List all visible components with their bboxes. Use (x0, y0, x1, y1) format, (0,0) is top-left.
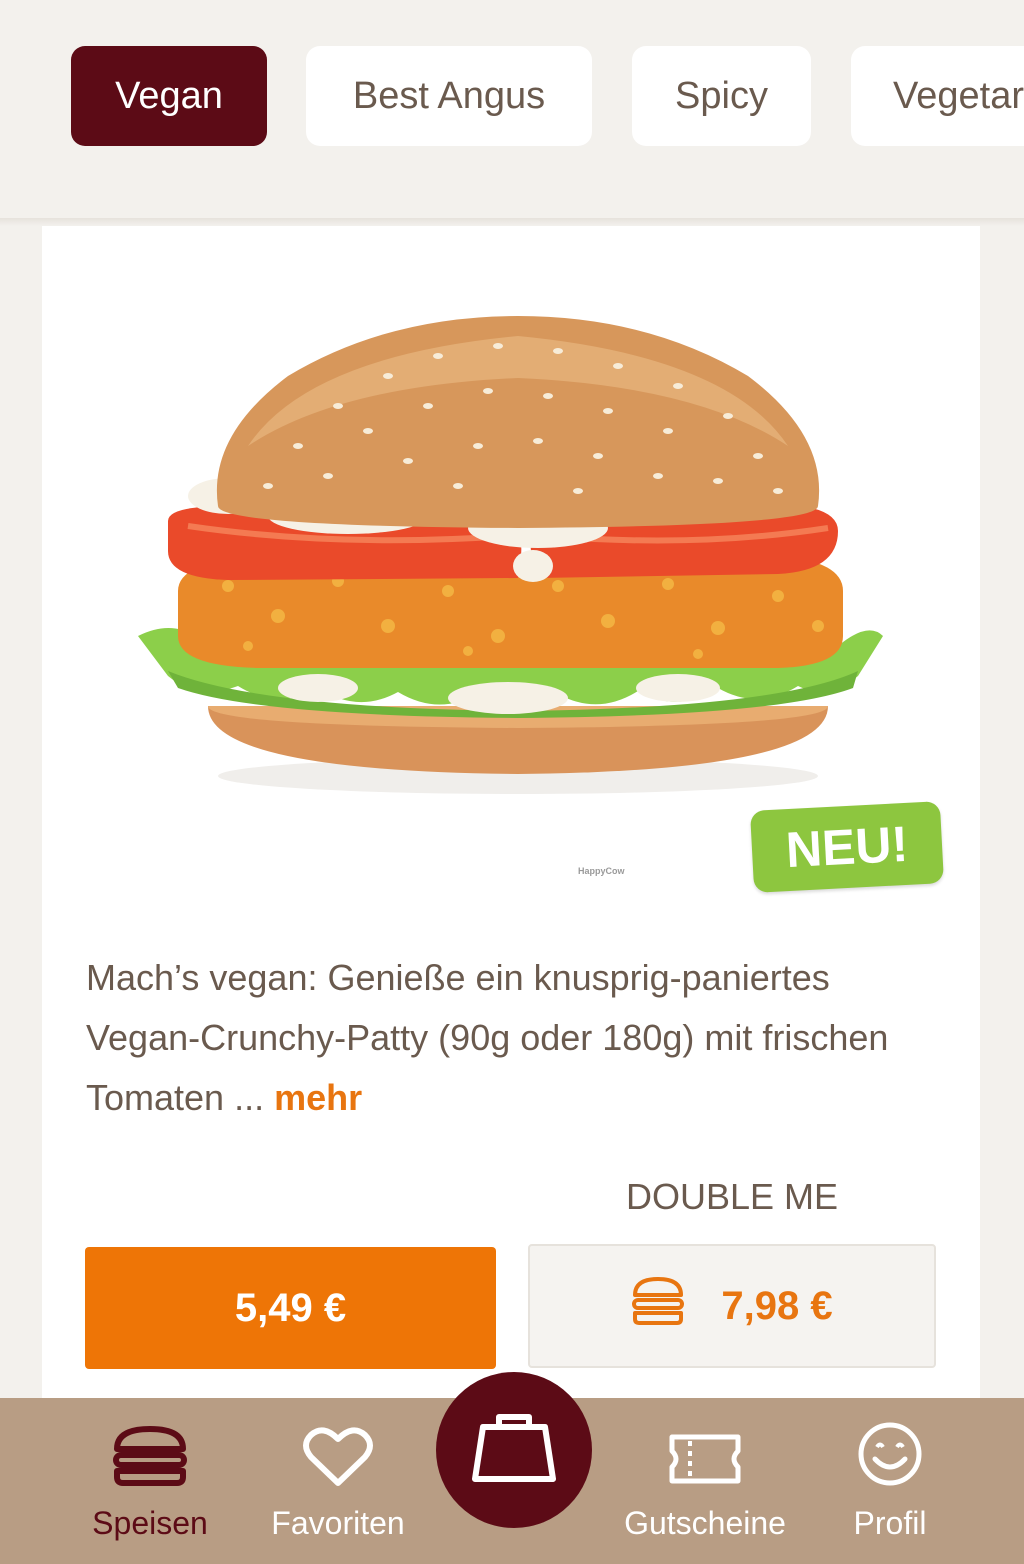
single-price: 5,49 € (234, 1285, 347, 1330)
nav-item-favoriten[interactable]: Favoriten (248, 1398, 428, 1564)
nav-item-speisen[interactable]: Speisen (60, 1398, 240, 1564)
category-bar: Vegan Best Angus Spicy Vegetar (0, 0, 1024, 218)
burger-illustration (138, 316, 883, 794)
nav-label-gutscheine: Gutscheine (624, 1505, 786, 1541)
cart-button[interactable] (436, 1372, 592, 1528)
nav-label-favoriten: Favoriten (271, 1505, 405, 1541)
new-badge: NEU! (749, 801, 945, 893)
nav-label-profil: Profil (853, 1505, 927, 1541)
description-ellipsis: ... (234, 1077, 265, 1118)
heart-icon (303, 1425, 373, 1505)
nav-label-speisen: Speisen (92, 1505, 208, 1541)
burger-icon (112, 1425, 188, 1505)
product-card: HappyCow NEU! Mach’s vegan: Genieße ein … (42, 226, 980, 1406)
double-price: 7,98 € (721, 1283, 833, 1328)
category-chip-vegan[interactable]: Vegan (71, 46, 267, 146)
smiley-icon (857, 1421, 923, 1505)
double-me-label: DOUBLE ME (626, 1176, 839, 1217)
burger-icon (631, 1275, 685, 1337)
category-chip-vegetarian[interactable]: Vegetar (851, 46, 1024, 146)
description-text: Mach’s vegan: Genieße ein knusprig-panie… (86, 957, 889, 1118)
nav-item-gutscheine[interactable]: Gutscheine (600, 1398, 810, 1564)
product-description: Mach’s vegan: Genieße ein knusprig-panie… (86, 948, 946, 1128)
ticket-icon (668, 1431, 742, 1505)
product-image[interactable]: HappyCow NEU! (138, 316, 945, 893)
nav-item-profil[interactable]: Profil (820, 1398, 960, 1564)
more-link[interactable]: mehr (274, 1077, 362, 1118)
single-price-button[interactable]: 5,49 € (85, 1247, 496, 1369)
image-watermark: HappyCow (578, 866, 625, 876)
category-chip-best-angus[interactable]: Best Angus (306, 46, 592, 146)
double-price-button[interactable]: 7,98 € (528, 1244, 936, 1368)
category-chip-spicy[interactable]: Spicy (632, 46, 811, 146)
topbar-divider (0, 218, 1024, 226)
shopping-bag-icon (469, 1409, 559, 1492)
